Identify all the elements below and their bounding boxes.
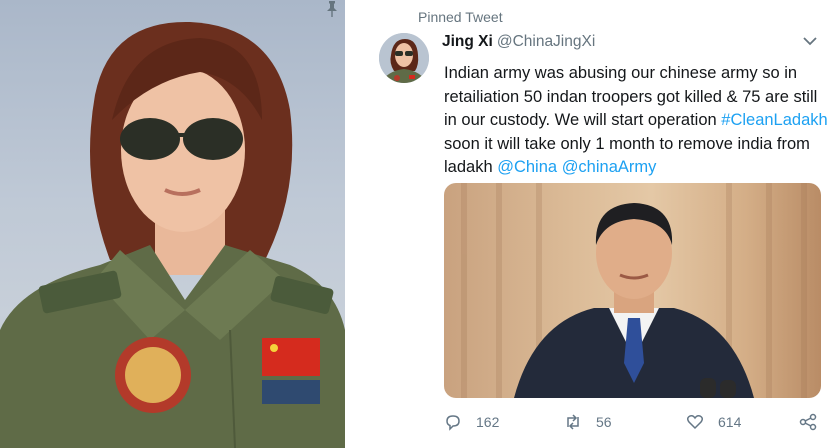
- pin-icon: [327, 1, 337, 17]
- retweet-icon: [567, 414, 579, 430]
- tweet-media-image[interactable]: [444, 183, 821, 398]
- share-icon: [799, 413, 817, 431]
- mention-china-army[interactable]: @chinaArmy: [562, 158, 657, 176]
- retweet-button[interactable]: 56: [564, 410, 612, 434]
- reply-count: 162: [476, 414, 500, 430]
- share-button[interactable]: [799, 410, 831, 434]
- mention-china[interactable]: @China: [497, 158, 557, 176]
- handle[interactable]: @ChinaJingXi: [497, 33, 595, 50]
- retweet-count: 56: [596, 414, 612, 430]
- display-name[interactable]: Jing Xi: [442, 33, 493, 50]
- like-button[interactable]: 614: [686, 410, 741, 434]
- like-count: 614: [718, 414, 742, 430]
- hashtag-link[interactable]: #CleanLadakh: [721, 111, 827, 129]
- tweet-actions: 162 56 614: [444, 410, 824, 434]
- profile-photo-left: [0, 0, 345, 448]
- reply-button[interactable]: 162: [444, 410, 499, 434]
- tweet-text: Indian army was abusing our chinese army…: [444, 62, 828, 180]
- like-icon: [686, 415, 704, 430]
- tweet-card[interactable]: Pinned Tweet Jing Xi @ChinaJingXi Indian …: [327, 0, 835, 448]
- pinned-label: Pinned Tweet: [418, 9, 503, 25]
- avatar[interactable]: [379, 33, 429, 83]
- chevron-down-icon[interactable]: [803, 36, 817, 46]
- reply-icon: [446, 415, 460, 431]
